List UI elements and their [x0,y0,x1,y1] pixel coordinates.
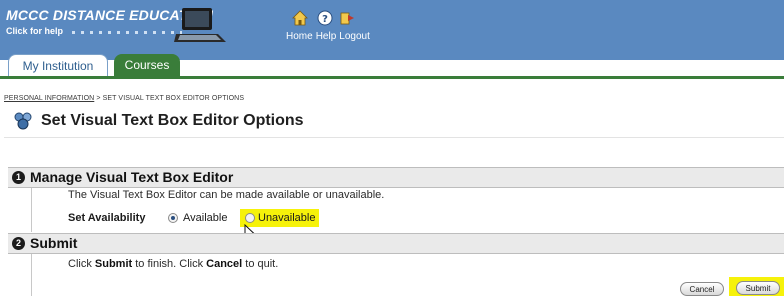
settings-people-icon [14,112,32,130]
section-heading-submit: Submit [30,235,78,251]
home-icon[interactable] [292,10,308,26]
available-radio[interactable] [168,213,178,223]
section-submit-header: 2 Submit [8,233,784,254]
help-icon[interactable]: ? [317,10,333,26]
top-navigation: ? Home Help Logout [286,10,406,50]
step-number-2: 2 [12,237,25,250]
tab-my-institution[interactable]: My Institution [8,54,108,77]
instr-part-5: to quit. [242,258,279,270]
decorative-dots [72,31,182,34]
unavailable-radio[interactable] [245,213,255,223]
submit-instructions: Click Submit to finish. Click Cancel to … [68,258,278,270]
logout-icon[interactable] [339,10,355,26]
available-label[interactable]: Available [183,212,227,224]
top-nav-labels: Home Help Logout [286,31,373,42]
submit-button[interactable]: Submit [736,281,780,295]
section-heading-manage: Manage Visual Text Box Editor [30,169,234,185]
unavailable-label[interactable]: Unavailable [258,212,315,224]
nav-home-link[interactable]: Home [286,31,313,42]
instr-submit-word: Submit [94,258,133,270]
instr-part-3: to finish. Click [132,258,207,270]
top-nav-icons: ? [286,10,406,28]
instr-cancel-word: Cancel [206,258,243,270]
institution-logo[interactable]: MCCC DISTANCE EDUCATION Click for help [6,4,226,48]
set-availability-label: Set Availability [68,212,146,224]
availability-row: Set Availability Available Unavailable [68,209,468,242]
cancel-button[interactable]: Cancel [680,282,724,296]
section-submit-body: Click Submit to finish. Click Cancel to … [31,254,632,296]
page-title: Set Visual Text Box Editor Options [41,112,304,129]
step-number-1: 1 [12,171,25,184]
tab-underline [0,76,784,79]
section-manage-editor-header: 1 Manage Visual Text Box Editor [8,167,784,188]
breadcrumb: PERSONAL INFORMATION > SET VISUAL TEXT B… [4,95,244,102]
header-banner: MCCC DISTANCE EDUCATION Click for help ? [0,0,784,60]
breadcrumb-link-personal-information[interactable]: PERSONAL INFORMATION [4,95,94,102]
laptop-icon [174,8,226,42]
nav-logout-link[interactable]: Logout [339,31,370,42]
title-divider [4,137,784,138]
tab-courses[interactable]: Courses [114,54,180,76]
breadcrumb-current: SET VISUAL TEXT BOX EDITOR OPTIONS [102,95,245,102]
section-manage-editor-body: The Visual Text Box Editor can be made a… [31,188,632,242]
nav-help-link[interactable]: Help [316,31,337,42]
svg-text:?: ? [322,14,328,25]
availability-description: The Visual Text Box Editor can be made a… [68,189,385,201]
help-tagline[interactable]: Click for help [6,26,63,36]
instr-part-1: Click [68,258,95,270]
breadcrumb-separator: > [96,95,101,102]
